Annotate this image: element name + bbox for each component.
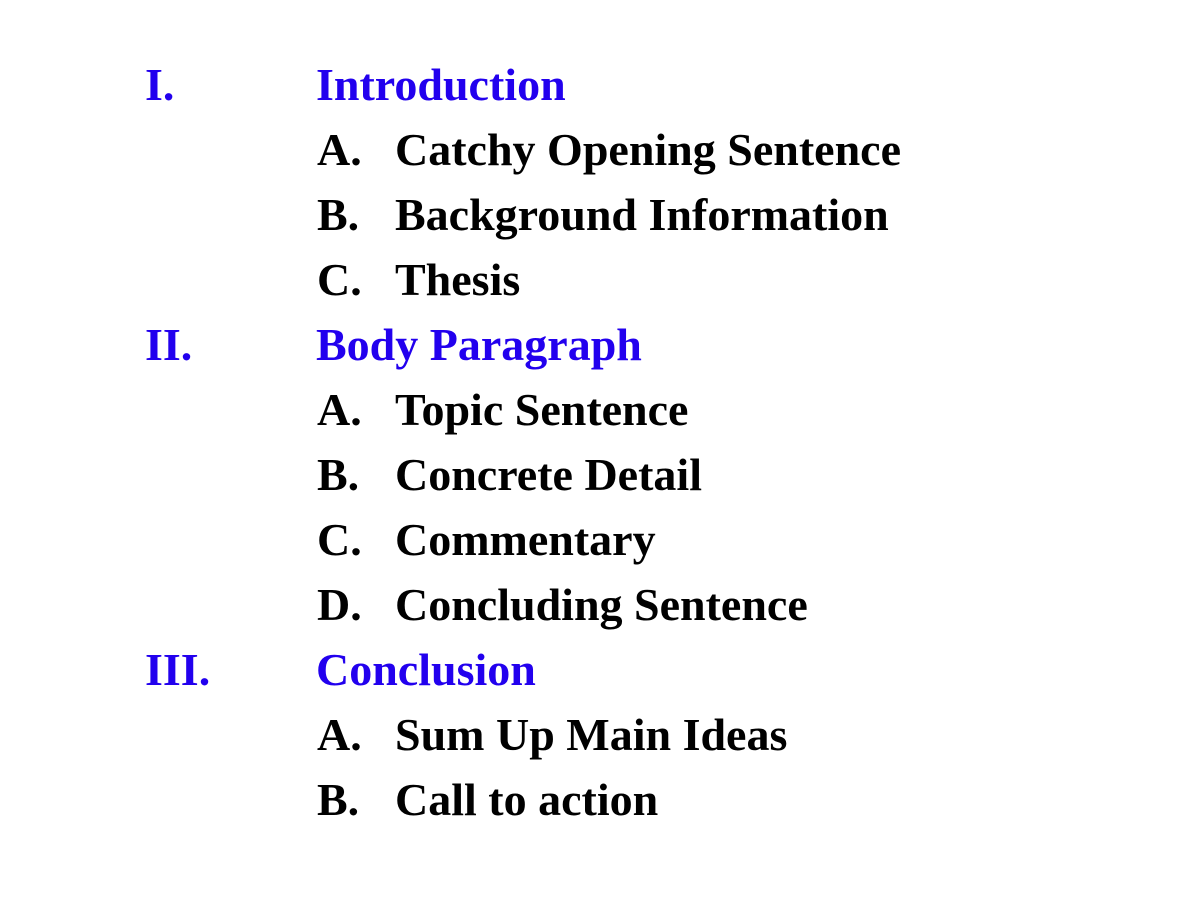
letter-marker: C.: [317, 514, 362, 565]
letter-marker: B.: [317, 189, 360, 240]
outline-sub-item: D. Concluding Sentence: [0, 572, 1200, 637]
roman-numeral-marker: I.: [145, 59, 175, 110]
essay-outline-page: I. Introduction A. Catchy Opening Sentence B…: [0, 0, 1200, 913]
outline-sub-label: Call to action: [395, 774, 659, 825]
outline-main-label: Body Paragraph: [316, 319, 642, 370]
outline-sub-label: Topic Sentence: [395, 384, 689, 435]
letter-marker: B.: [317, 774, 360, 825]
outline-sub-label: Background Information: [395, 189, 889, 240]
outline-main-item: II. Body Paragraph: [0, 312, 1200, 377]
outline-sub-label: Catchy Opening Sentence: [395, 124, 901, 175]
roman-numeral-marker: III.: [145, 644, 211, 695]
letter-marker: D.: [317, 579, 362, 630]
outline-main-label: Conclusion: [316, 644, 536, 695]
outline-main-item: III. Conclusion: [0, 637, 1200, 702]
outline-sub-item: C. Commentary: [0, 507, 1200, 572]
letter-marker: B.: [317, 449, 360, 500]
outline-sub-label: Thesis: [395, 254, 521, 305]
letter-marker: A.: [317, 124, 362, 175]
outline-main-item: I. Introduction: [0, 52, 1200, 117]
outline-sub-item: B. Call to action: [0, 767, 1200, 832]
letter-marker: A.: [317, 709, 362, 760]
outline-list: I. Introduction A. Catchy Opening Sentence B…: [0, 52, 1200, 832]
roman-numeral-marker: II.: [145, 319, 193, 370]
outline-sub-item: A. Catchy Opening Sentence: [0, 117, 1200, 182]
outline-sub-label: Commentary: [395, 514, 656, 565]
outline-sub-item: B. Background Information: [0, 182, 1200, 247]
outline-sub-label: Sum Up Main Ideas: [395, 709, 788, 760]
outline-sub-item: C. Thesis: [0, 247, 1200, 312]
outline-sub-item: A. Sum Up Main Ideas: [0, 702, 1200, 767]
outline-sub-item: B. Concrete Detail: [0, 442, 1200, 507]
outline-sub-item: A. Topic Sentence: [0, 377, 1200, 442]
outline-sub-label: Concluding Sentence: [395, 579, 808, 630]
letter-marker: C.: [317, 254, 362, 305]
letter-marker: A.: [317, 384, 362, 435]
outline-sub-label: Concrete Detail: [395, 449, 702, 500]
outline-main-label: Introduction: [316, 59, 566, 110]
